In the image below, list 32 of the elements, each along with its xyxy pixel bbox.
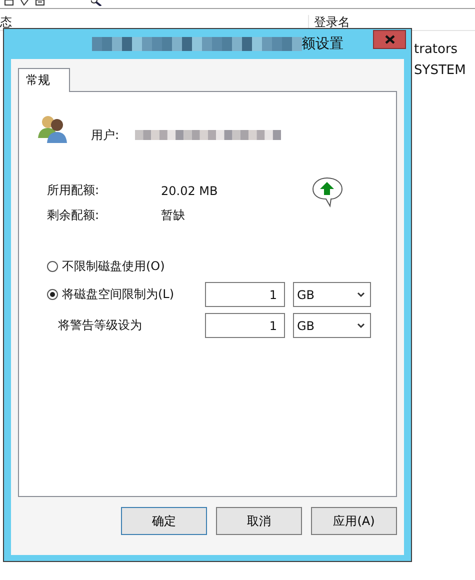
unit-dropdown[interactable]: GB bbox=[293, 282, 371, 307]
close-button[interactable] bbox=[373, 30, 406, 49]
unit-dropdown[interactable]: GB bbox=[293, 313, 371, 338]
dialog-button[interactable]: 取消 bbox=[216, 507, 302, 535]
table-cell: SYSTEM bbox=[414, 63, 466, 78]
field-value: 暂缺 bbox=[161, 207, 185, 224]
field-value: 20.02 MB bbox=[161, 184, 218, 198]
column-header[interactable]: 登录名 bbox=[309, 15, 350, 30]
pen-icon[interactable] bbox=[20, 0, 29, 6]
tab[interactable]: 常规 bbox=[18, 68, 70, 92]
chevron-down-icon bbox=[357, 322, 365, 328]
radio-button[interactable] bbox=[47, 260, 58, 272]
chevron-down-icon bbox=[357, 292, 365, 298]
search-icon[interactable] bbox=[91, 0, 102, 6]
window-title: 额设置 bbox=[302, 35, 344, 53]
option-label[interactable]: 不限制磁盘使用(O) bbox=[62, 258, 165, 274]
field-label: 将警告等级设为 bbox=[58, 317, 142, 334]
up-arrow-bubble-icon bbox=[311, 176, 343, 208]
field-label: 剩余配额: bbox=[47, 207, 100, 224]
radio-button[interactable] bbox=[47, 289, 58, 300]
table-cell: trators bbox=[414, 42, 458, 57]
close-icon bbox=[384, 35, 394, 44]
size-field[interactable]: 1 bbox=[205, 282, 285, 307]
document-icon[interactable] bbox=[4, 0, 14, 6]
users-icon bbox=[37, 114, 69, 144]
dialog-button[interactable]: 确定 bbox=[121, 507, 207, 535]
user-label: 用户: bbox=[91, 128, 120, 142]
option-label[interactable]: 将磁盘空间限制为(L) bbox=[62, 286, 174, 303]
size-field[interactable]: 1 bbox=[205, 313, 285, 338]
dialog-button[interactable]: 应用(A) bbox=[311, 507, 397, 535]
list-icon[interactable] bbox=[35, 0, 45, 6]
field-label: 所用配额: bbox=[47, 182, 100, 199]
